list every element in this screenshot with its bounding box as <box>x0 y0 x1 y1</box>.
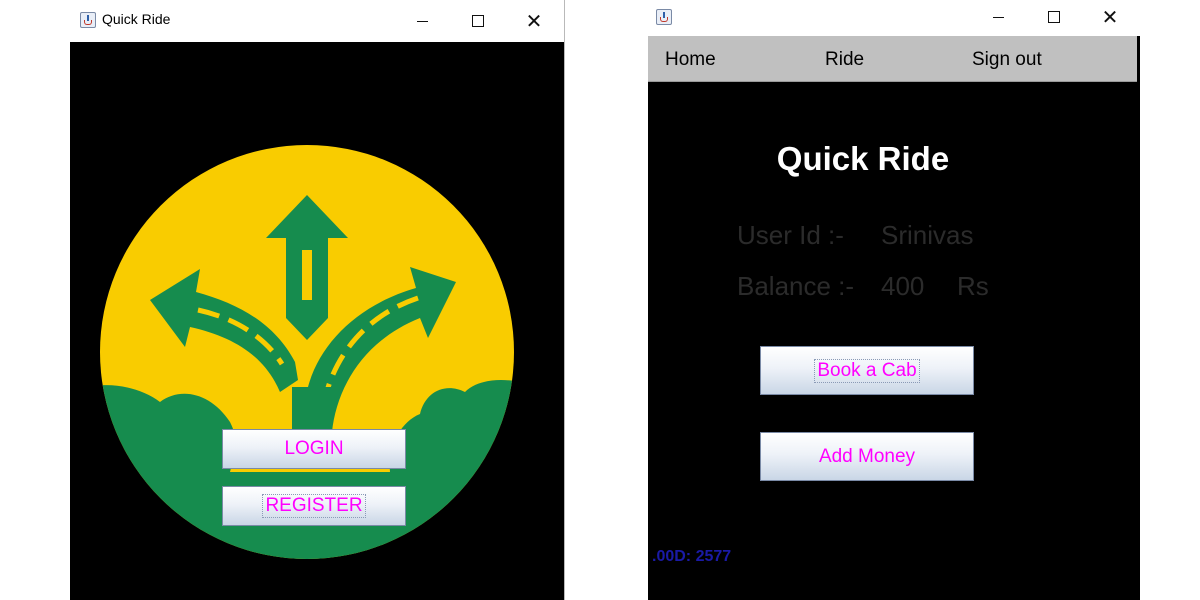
menu-bar: Home Ride Sign out <box>648 36 1137 82</box>
maximize-icon[interactable] <box>1034 0 1074 34</box>
maximize-icon[interactable] <box>458 4 498 38</box>
window-title: Quick Ride <box>102 11 171 27</box>
menu-home[interactable]: Home <box>665 49 716 71</box>
bottom-text: .00D: 2577 <box>652 548 732 565</box>
close-icon[interactable]: ✕ <box>1090 0 1130 34</box>
page-title: Quick Ride <box>776 140 950 177</box>
login-panel: LOGIN REGISTER <box>70 42 564 600</box>
menu-ride[interactable]: Ride <box>825 49 864 71</box>
title-bar[interactable]: ✕ <box>648 0 1140 36</box>
login-window: Quick Ride ✕ LOGIN REGISTER <box>70 0 565 600</box>
title-bar[interactable]: Quick Ride ✕ <box>70 0 564 40</box>
user-id-value: Srinivas <box>881 220 974 250</box>
user-id-label: User Id :- <box>737 220 844 250</box>
minimize-icon[interactable] <box>978 0 1018 34</box>
book-cab-label: Book a Cab <box>814 358 920 383</box>
menu-sign-out[interactable]: Sign out <box>972 49 1042 71</box>
dashboard-panel: Home Ride Sign out Quick Ride User Id :-… <box>648 36 1140 600</box>
java-icon <box>80 12 96 28</box>
arrow-lane <box>302 250 312 300</box>
dashboard-window: ✕ Home Ride Sign out Quick Ride User Id … <box>648 0 1140 600</box>
add-money-label: Add Money <box>818 445 916 467</box>
minimize-icon[interactable] <box>402 4 442 38</box>
book-cab-button[interactable]: Book a Cab <box>760 346 974 395</box>
register-button[interactable]: REGISTER <box>222 486 406 526</box>
balance-value: 400 <box>881 271 925 301</box>
balance-unit: Rs <box>957 271 989 301</box>
java-icon <box>656 9 672 25</box>
register-button-label: REGISTER <box>262 494 366 518</box>
add-money-button[interactable]: Add Money <box>760 432 974 481</box>
login-button[interactable]: LOGIN <box>222 429 406 469</box>
balance-label: Balance :- <box>737 271 855 301</box>
close-icon[interactable]: ✕ <box>514 4 554 38</box>
login-button-label: LOGIN <box>284 438 344 459</box>
